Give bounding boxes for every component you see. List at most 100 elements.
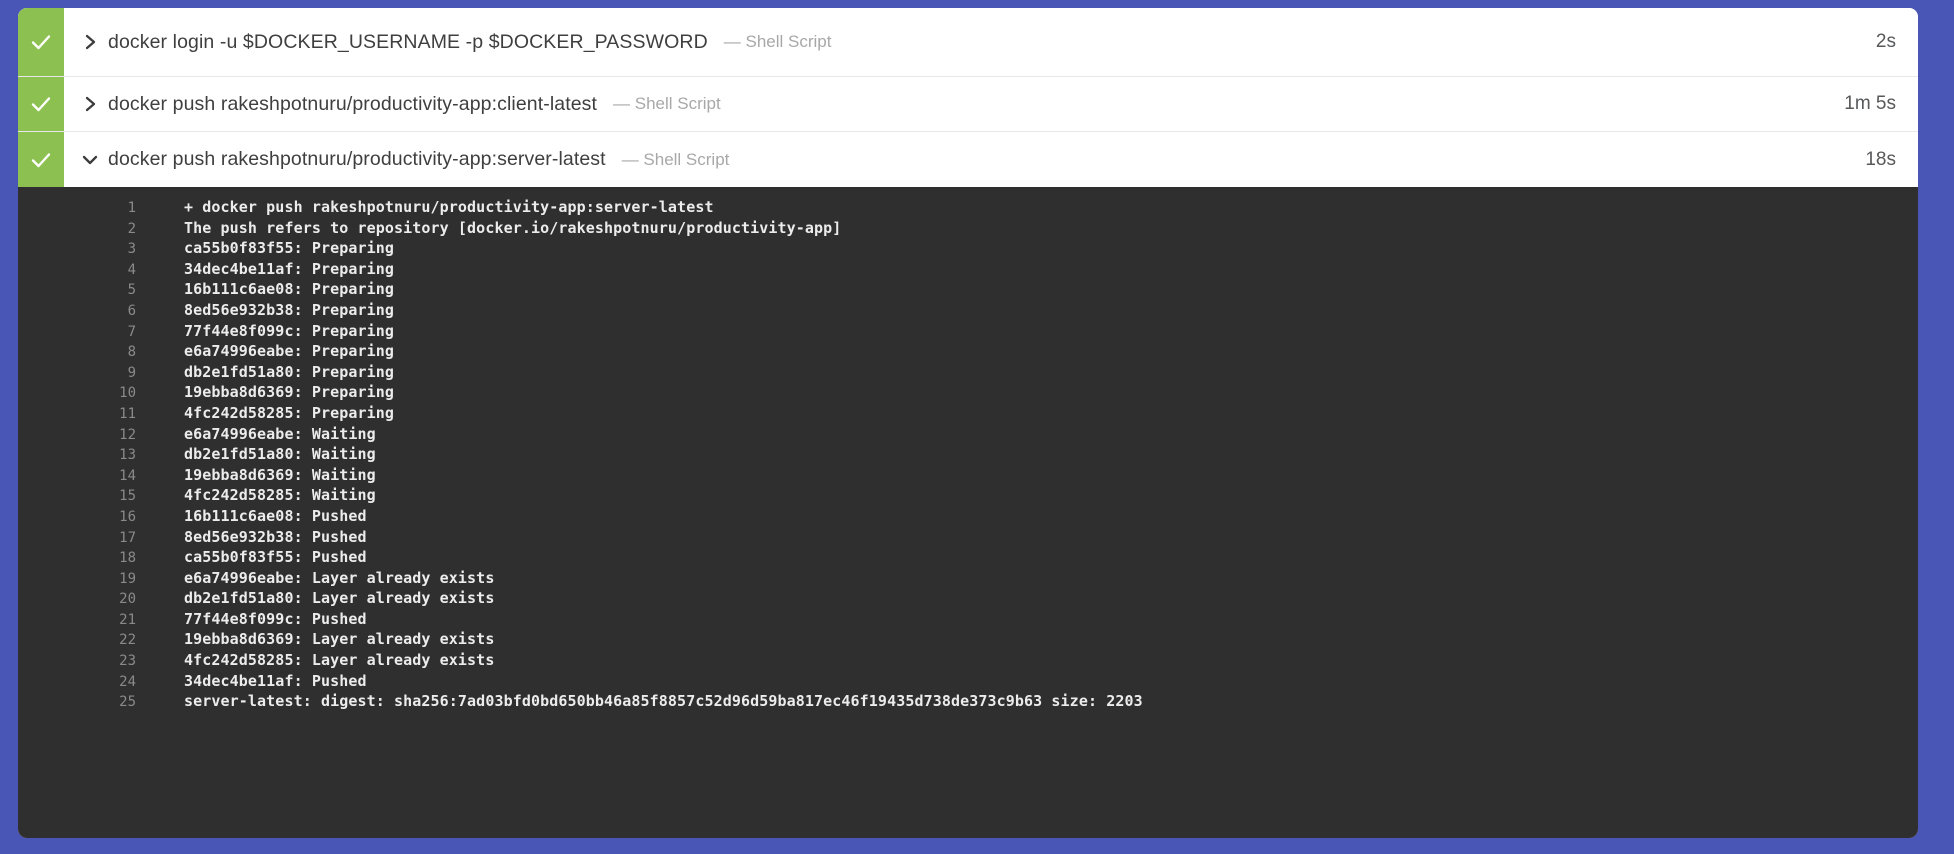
console-line-text: server-latest: digest: sha256:7ad03bfd0b… <box>184 692 1143 711</box>
console-line-number: 16 <box>119 508 136 525</box>
console-line-number: 2 <box>127 220 136 237</box>
console-line-number: 18 <box>119 550 136 567</box>
console-line: 4 34dec4be11af: Preparing <box>18 259 1918 280</box>
console-line-number: 25 <box>119 694 136 711</box>
console-line: 5 16b111c6ae08: Preparing <box>18 279 1918 300</box>
console-line-text: db2e1fd51a80: Preparing <box>184 362 395 381</box>
console-line-number: 13 <box>119 447 136 464</box>
console-line-text: db2e1fd51a80: Layer already exists <box>184 589 495 608</box>
pipeline-step-row-3[interactable]: docker push rakeshpotnuru/productivity-a… <box>18 132 1918 187</box>
console-line-text: ca55b0f83f55: Preparing <box>184 239 395 258</box>
console-line-number: 17 <box>119 529 136 546</box>
console-line-number: 11 <box>119 405 136 422</box>
console-line-number: 6 <box>127 302 136 319</box>
console-line-text: + docker push rakeshpotnuru/productivity… <box>184 198 714 216</box>
check-icon <box>29 30 53 54</box>
console-line: 9 db2e1fd51a80: Preparing <box>18 362 1918 383</box>
console-line-text: ca55b0f83f55: Pushed <box>184 548 367 567</box>
console-line: 16 16b111c6ae08: Pushed <box>18 506 1918 527</box>
step-command-label: docker push rakeshpotnuru/productivity-a… <box>108 148 606 170</box>
pipeline-card: docker login -u $DOCKER_USERNAME -p $DOC… <box>18 8 1918 838</box>
console-line: 3 ca55b0f83f55: Preparing <box>18 238 1918 259</box>
pipeline-log-viewer: docker login -u $DOCKER_USERNAME -p $DOC… <box>0 0 1954 854</box>
console-line: 2 The push refers to repository [docker.… <box>18 218 1918 239</box>
check-icon <box>29 92 53 116</box>
console-line-number: 24 <box>119 673 136 690</box>
console-line-text: 77f44e8f099c: Preparing <box>184 321 395 340</box>
step-command-label: docker push rakeshpotnuru/productivity-a… <box>108 92 598 115</box>
console-line-text: 4fc242d58285: Preparing <box>184 403 395 422</box>
console-line: 14 19ebba8d6369: Waiting <box>18 465 1918 486</box>
console-line: 24 34dec4be11af: Pushed <box>18 671 1918 692</box>
console-line-number: 23 <box>119 653 136 670</box>
console-line: 15 4fc242d58285: Waiting <box>18 485 1918 506</box>
console-line-number: 14 <box>119 467 136 484</box>
console-line: 25 server-latest: digest: sha256:7ad03bf… <box>18 691 1918 712</box>
console-line-number: 15 <box>119 488 136 505</box>
console-line-text: e6a74996eabe: Preparing <box>184 342 395 361</box>
steps-rows: docker login -u $DOCKER_USERNAME -p $DOC… <box>18 8 1918 187</box>
step-status-cell <box>18 8 64 76</box>
console-line: 21 77f44e8f099c: Pushed <box>18 609 1918 630</box>
console-line: 10 19ebba8d6369: Preparing <box>18 382 1918 403</box>
console-line-number: 10 <box>119 385 136 402</box>
step-status-cell <box>18 77 64 131</box>
step-kind-label: — Shell Script <box>621 149 730 169</box>
step-command-label: docker login -u $DOCKER_USERNAME -p $DOC… <box>108 30 708 53</box>
console-line-text: 19ebba8d6369: Waiting <box>184 465 376 484</box>
console-line-number: 21 <box>119 611 136 628</box>
console-line-text: e6a74996eabe: Layer already exists <box>184 568 495 587</box>
chevron-right-icon[interactable] <box>80 95 100 113</box>
console-line: 17 8ed56e932b38: Pushed <box>18 527 1918 548</box>
console-line-text: 8ed56e932b38: Preparing <box>184 300 395 319</box>
console-line-number: 8 <box>127 344 136 361</box>
step-kind-label: — Shell Script <box>613 94 721 113</box>
chevron-right-icon[interactable] <box>80 33 100 51</box>
check-icon <box>29 148 53 172</box>
console-line: 1 + docker push rakeshpotnuru/productivi… <box>18 197 1918 218</box>
console-line-number: 19 <box>119 570 136 587</box>
console-line: 7 77f44e8f099c: Preparing <box>18 321 1918 342</box>
console-line-text: 77f44e8f099c: Pushed <box>184 609 367 628</box>
console-line-number: 5 <box>127 282 136 299</box>
console-line-number: 22 <box>119 632 136 649</box>
console-line-text: 8ed56e932b38: Pushed <box>184 527 367 546</box>
console-line-text: 19ebba8d6369: Preparing <box>184 383 395 402</box>
console-line: 13 db2e1fd51a80: Waiting <box>18 444 1918 465</box>
console-line-text: db2e1fd51a80: Waiting <box>184 445 376 464</box>
console-line-text: 16b111c6ae08: Preparing <box>184 280 395 299</box>
console-output[interactable]: 1 + docker push rakeshpotnuru/productivi… <box>18 187 1918 838</box>
console-line-text: e6a74996eabe: Waiting <box>184 424 376 443</box>
console-line-text: 34dec4be11af: Pushed <box>184 671 367 690</box>
console-line: 8 e6a74996eabe: Preparing <box>18 341 1918 362</box>
console-line-text: 4fc242d58285: Layer already exists <box>184 651 495 670</box>
step-kind-label: — Shell Script <box>723 32 832 51</box>
console-line: 22 19ebba8d6369: Layer already exists <box>18 629 1918 650</box>
console-line-number: 4 <box>127 261 136 278</box>
console-line-text: 19ebba8d6369: Layer already exists <box>184 630 495 649</box>
console-line: 23 4fc242d58285: Layer already exists <box>18 650 1918 671</box>
step-duration-label: 2s <box>1875 31 1896 52</box>
console-line-number: 1 <box>127 200 136 216</box>
chevron-down-icon[interactable] <box>80 153 100 166</box>
step-status-cell <box>18 132 64 187</box>
console-line-number: 7 <box>127 323 136 340</box>
console-line: 11 4fc242d58285: Preparing <box>18 403 1918 424</box>
pipeline-step-row-1[interactable]: docker login -u $DOCKER_USERNAME -p $DOC… <box>18 8 1918 77</box>
console-line-text: 34dec4be11af: Preparing <box>184 259 395 278</box>
console-line: 6 8ed56e932b38: Preparing <box>18 300 1918 321</box>
console-line-number: 12 <box>119 426 136 443</box>
console-line-text: The push refers to repository [docker.io… <box>184 218 842 237</box>
console-line: 18 ca55b0f83f55: Pushed <box>18 547 1918 568</box>
console-line-number: 9 <box>127 364 136 381</box>
console-line: 20 db2e1fd51a80: Layer already exists <box>18 588 1918 609</box>
pipeline-steps-list: docker login -u $DOCKER_USERNAME -p $DOC… <box>18 8 1918 187</box>
console-line-text: 4fc242d58285: Waiting <box>184 486 376 505</box>
console-line: 12 e6a74996eabe: Waiting <box>18 424 1918 445</box>
console-line-number: 20 <box>119 591 136 608</box>
console-line: 19 e6a74996eabe: Layer already exists <box>18 568 1918 589</box>
console-line-text: 16b111c6ae08: Pushed <box>184 506 367 525</box>
step-duration-label: 18s <box>1865 148 1896 170</box>
pipeline-step-row-2[interactable]: docker push rakeshpotnuru/productivity-a… <box>18 77 1918 132</box>
step-duration-label: 1m 5s <box>1844 93 1896 114</box>
